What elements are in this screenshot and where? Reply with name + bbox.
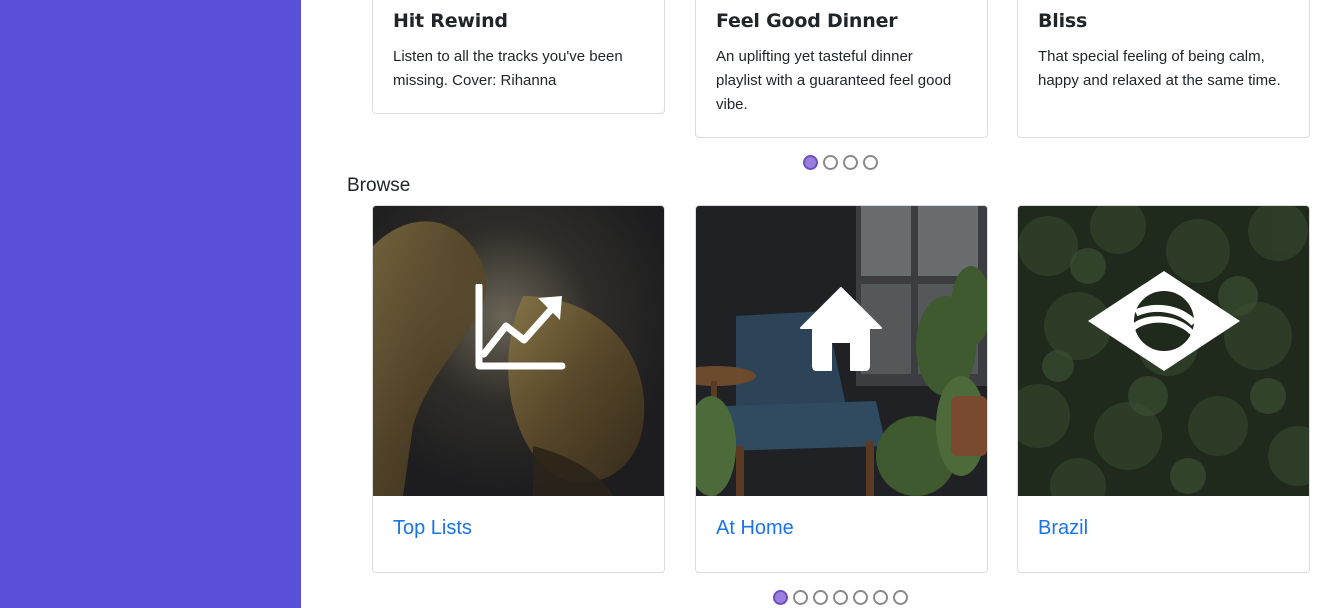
carousel-dot[interactable] — [853, 590, 868, 605]
playlist-card-bliss[interactable]: Bliss That special feeling of being calm… — [1017, 0, 1310, 138]
carousel-dot[interactable] — [773, 590, 788, 605]
category-link-at-home[interactable]: At Home — [716, 517, 794, 540]
playlist-description: That special feeling of being calm, happ… — [1038, 48, 1281, 89]
playlist-card-hit-rewind[interactable]: Hit Rewind Listen to all the tracks you'… — [372, 0, 665, 114]
category-image — [373, 206, 664, 496]
playlist-description: An uplifting yet tasteful dinner playlis… — [716, 48, 952, 113]
carousel-dot[interactable] — [843, 155, 858, 170]
playlist-card-feel-good-dinner[interactable]: Feel Good Dinner An uplifting yet tastef… — [695, 0, 988, 138]
browse-card-at-home[interactable]: At Home — [695, 205, 988, 573]
carousel-dot[interactable] — [863, 155, 878, 170]
sidebar — [0, 0, 301, 608]
playlist-title: Bliss — [1038, 10, 1088, 32]
playlist-title: Hit Rewind — [393, 10, 508, 32]
brazil-flag-icon — [1088, 271, 1240, 371]
carousel-dot[interactable] — [833, 590, 848, 605]
playlist-carousel-indicators — [803, 155, 878, 170]
browse-carousel-indicators — [773, 590, 908, 605]
trending-chart-icon — [475, 284, 566, 370]
browse-heading: Browse — [347, 175, 411, 196]
category-image — [696, 206, 987, 496]
carousel-dot[interactable] — [823, 155, 838, 170]
carousel-dot[interactable] — [793, 590, 808, 605]
carousel-dot[interactable] — [873, 590, 888, 605]
playlist-description: Listen to all the tracks you've been mis… — [393, 48, 623, 89]
playlist-title: Feel Good Dinner — [716, 10, 898, 32]
main-content: Hit Rewind Listen to all the tracks you'… — [301, 0, 1325, 608]
carousel-dot[interactable] — [893, 590, 908, 605]
browse-card-brazil[interactable]: Brazil — [1017, 205, 1310, 573]
home-icon — [800, 287, 882, 371]
browse-card-top-lists[interactable]: Top Lists — [372, 205, 665, 573]
category-link-brazil[interactable]: Brazil — [1038, 517, 1088, 540]
category-link-top-lists[interactable]: Top Lists — [393, 517, 472, 540]
category-image — [1018, 206, 1309, 496]
carousel-dot[interactable] — [813, 590, 828, 605]
carousel-dot[interactable] — [803, 155, 818, 170]
